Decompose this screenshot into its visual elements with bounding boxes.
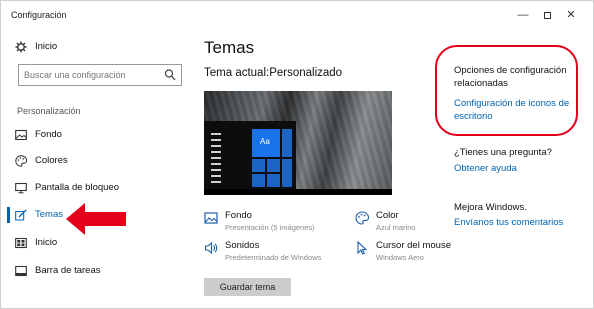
sidebar-item-home-label: Inicio (35, 41, 58, 52)
save-theme-button[interactable]: Guardar tema (204, 278, 291, 296)
active-indicator (7, 207, 10, 223)
preview-menu-line (211, 139, 221, 141)
preview-tile (252, 174, 265, 187)
sidebar-item-fondo-label: Fondo (35, 129, 62, 140)
sidebar-item-temas-label: Temas (35, 209, 63, 220)
sidebar-item-inicio-label: Inicio (35, 237, 58, 248)
start-grid-icon (15, 237, 27, 249)
setting-sonidos[interactable]: Sonidos Predeterminado de Windows (204, 240, 344, 270)
sidebar-item-inicio[interactable]: Inicio (1, 233, 191, 255)
setting-sonidos-title: Sonidos (225, 240, 260, 251)
desktop-icons-settings-link[interactable]: Configuración de iconos de escritorio (454, 97, 572, 123)
close-button[interactable]: ✕ (561, 7, 581, 23)
improve-windows-title: Mejora Windows. (454, 202, 527, 213)
preview-tile-large: Aa (252, 129, 280, 157)
minimize-button[interactable]: — (513, 7, 533, 23)
palette-icon (355, 211, 370, 225)
setting-cursor[interactable]: Cursor del mouse Windows Aero (355, 240, 495, 270)
sidebar-item-barra-tareas-label: Barra de tareas (35, 265, 101, 276)
current-theme-label: Tema actual:Personalizado (204, 67, 343, 79)
speaker-icon (204, 241, 218, 255)
gear-icon (15, 41, 27, 53)
send-feedback-link[interactable]: Envíanos tus comentarios (454, 217, 563, 228)
sidebar-item-colores[interactable]: Colores (1, 151, 191, 173)
window-title: Configuración (11, 10, 67, 20)
preview-menu-line (211, 145, 221, 147)
sidebar-item-barra-tareas[interactable]: Barra de tareas (1, 261, 191, 283)
setting-fondo-value: Presentación (5 imágenes) (225, 223, 315, 232)
preview-tile-label: Aa (260, 137, 270, 146)
preview-menu-line (211, 157, 221, 159)
preview-menu-line (211, 169, 221, 171)
preview-menu-line (211, 181, 221, 183)
preview-menu-line (211, 151, 221, 153)
preview-tile (267, 174, 280, 187)
sidebar-item-pantalla-bloqueo-label: Pantalla de bloqueo (35, 182, 119, 193)
brush-icon (15, 209, 27, 221)
setting-fondo[interactable]: Fondo Presentación (5 imágenes) (204, 210, 344, 240)
preview-menu-line (211, 175, 221, 177)
settings-window: Configuración — ✕ Inicio Personalización… (0, 0, 594, 309)
preview-menu-line (211, 133, 221, 135)
related-settings-title: Opciones de configuración relacionadas (454, 65, 567, 89)
setting-cursor-title: Cursor del mouse (376, 240, 451, 251)
preview-tile (252, 159, 265, 172)
sidebar-item-pantalla-bloqueo[interactable]: Pantalla de bloqueo (1, 178, 191, 200)
search-input[interactable] (24, 68, 159, 82)
preview-taskbar (204, 189, 392, 195)
page-title: Temas (204, 38, 255, 57)
sidebar-item-home[interactable]: Inicio (1, 37, 191, 59)
image-icon (15, 129, 27, 141)
setting-color-title: Color (376, 210, 399, 221)
theme-preview: Aa (204, 91, 392, 195)
setting-cursor-value: Windows Aero (376, 253, 424, 262)
preview-tile (282, 129, 292, 157)
monitor-icon (15, 182, 27, 194)
taskbar-icon (15, 265, 27, 277)
annotation-arrow-icon (66, 203, 126, 235)
preview-tile (267, 159, 280, 172)
cursor-icon (355, 240, 369, 255)
image-icon (204, 211, 218, 225)
palette-icon (15, 155, 28, 167)
preview-tile (282, 159, 292, 187)
preview-start-menu: Aa (204, 121, 296, 195)
setting-sonidos-value: Predeterminado de Windows (225, 253, 322, 262)
setting-fondo-title: Fondo (225, 210, 252, 221)
sidebar-item-fondo[interactable]: Fondo (1, 125, 191, 147)
maximize-icon (543, 11, 551, 19)
setting-color-value: Azul marino (376, 223, 416, 232)
search-box[interactable] (18, 64, 182, 86)
sidebar-item-colores-label: Colores (35, 155, 68, 166)
maximize-button[interactable] (537, 7, 557, 23)
help-question: ¿Tienes una pregunta? (454, 147, 552, 158)
sidebar-section-label: Personalización (17, 106, 81, 116)
title-bar: Configuración — ✕ (1, 1, 593, 31)
preview-menu-line (211, 163, 221, 165)
get-help-link[interactable]: Obtener ayuda (454, 163, 517, 174)
search-icon[interactable] (164, 68, 176, 82)
